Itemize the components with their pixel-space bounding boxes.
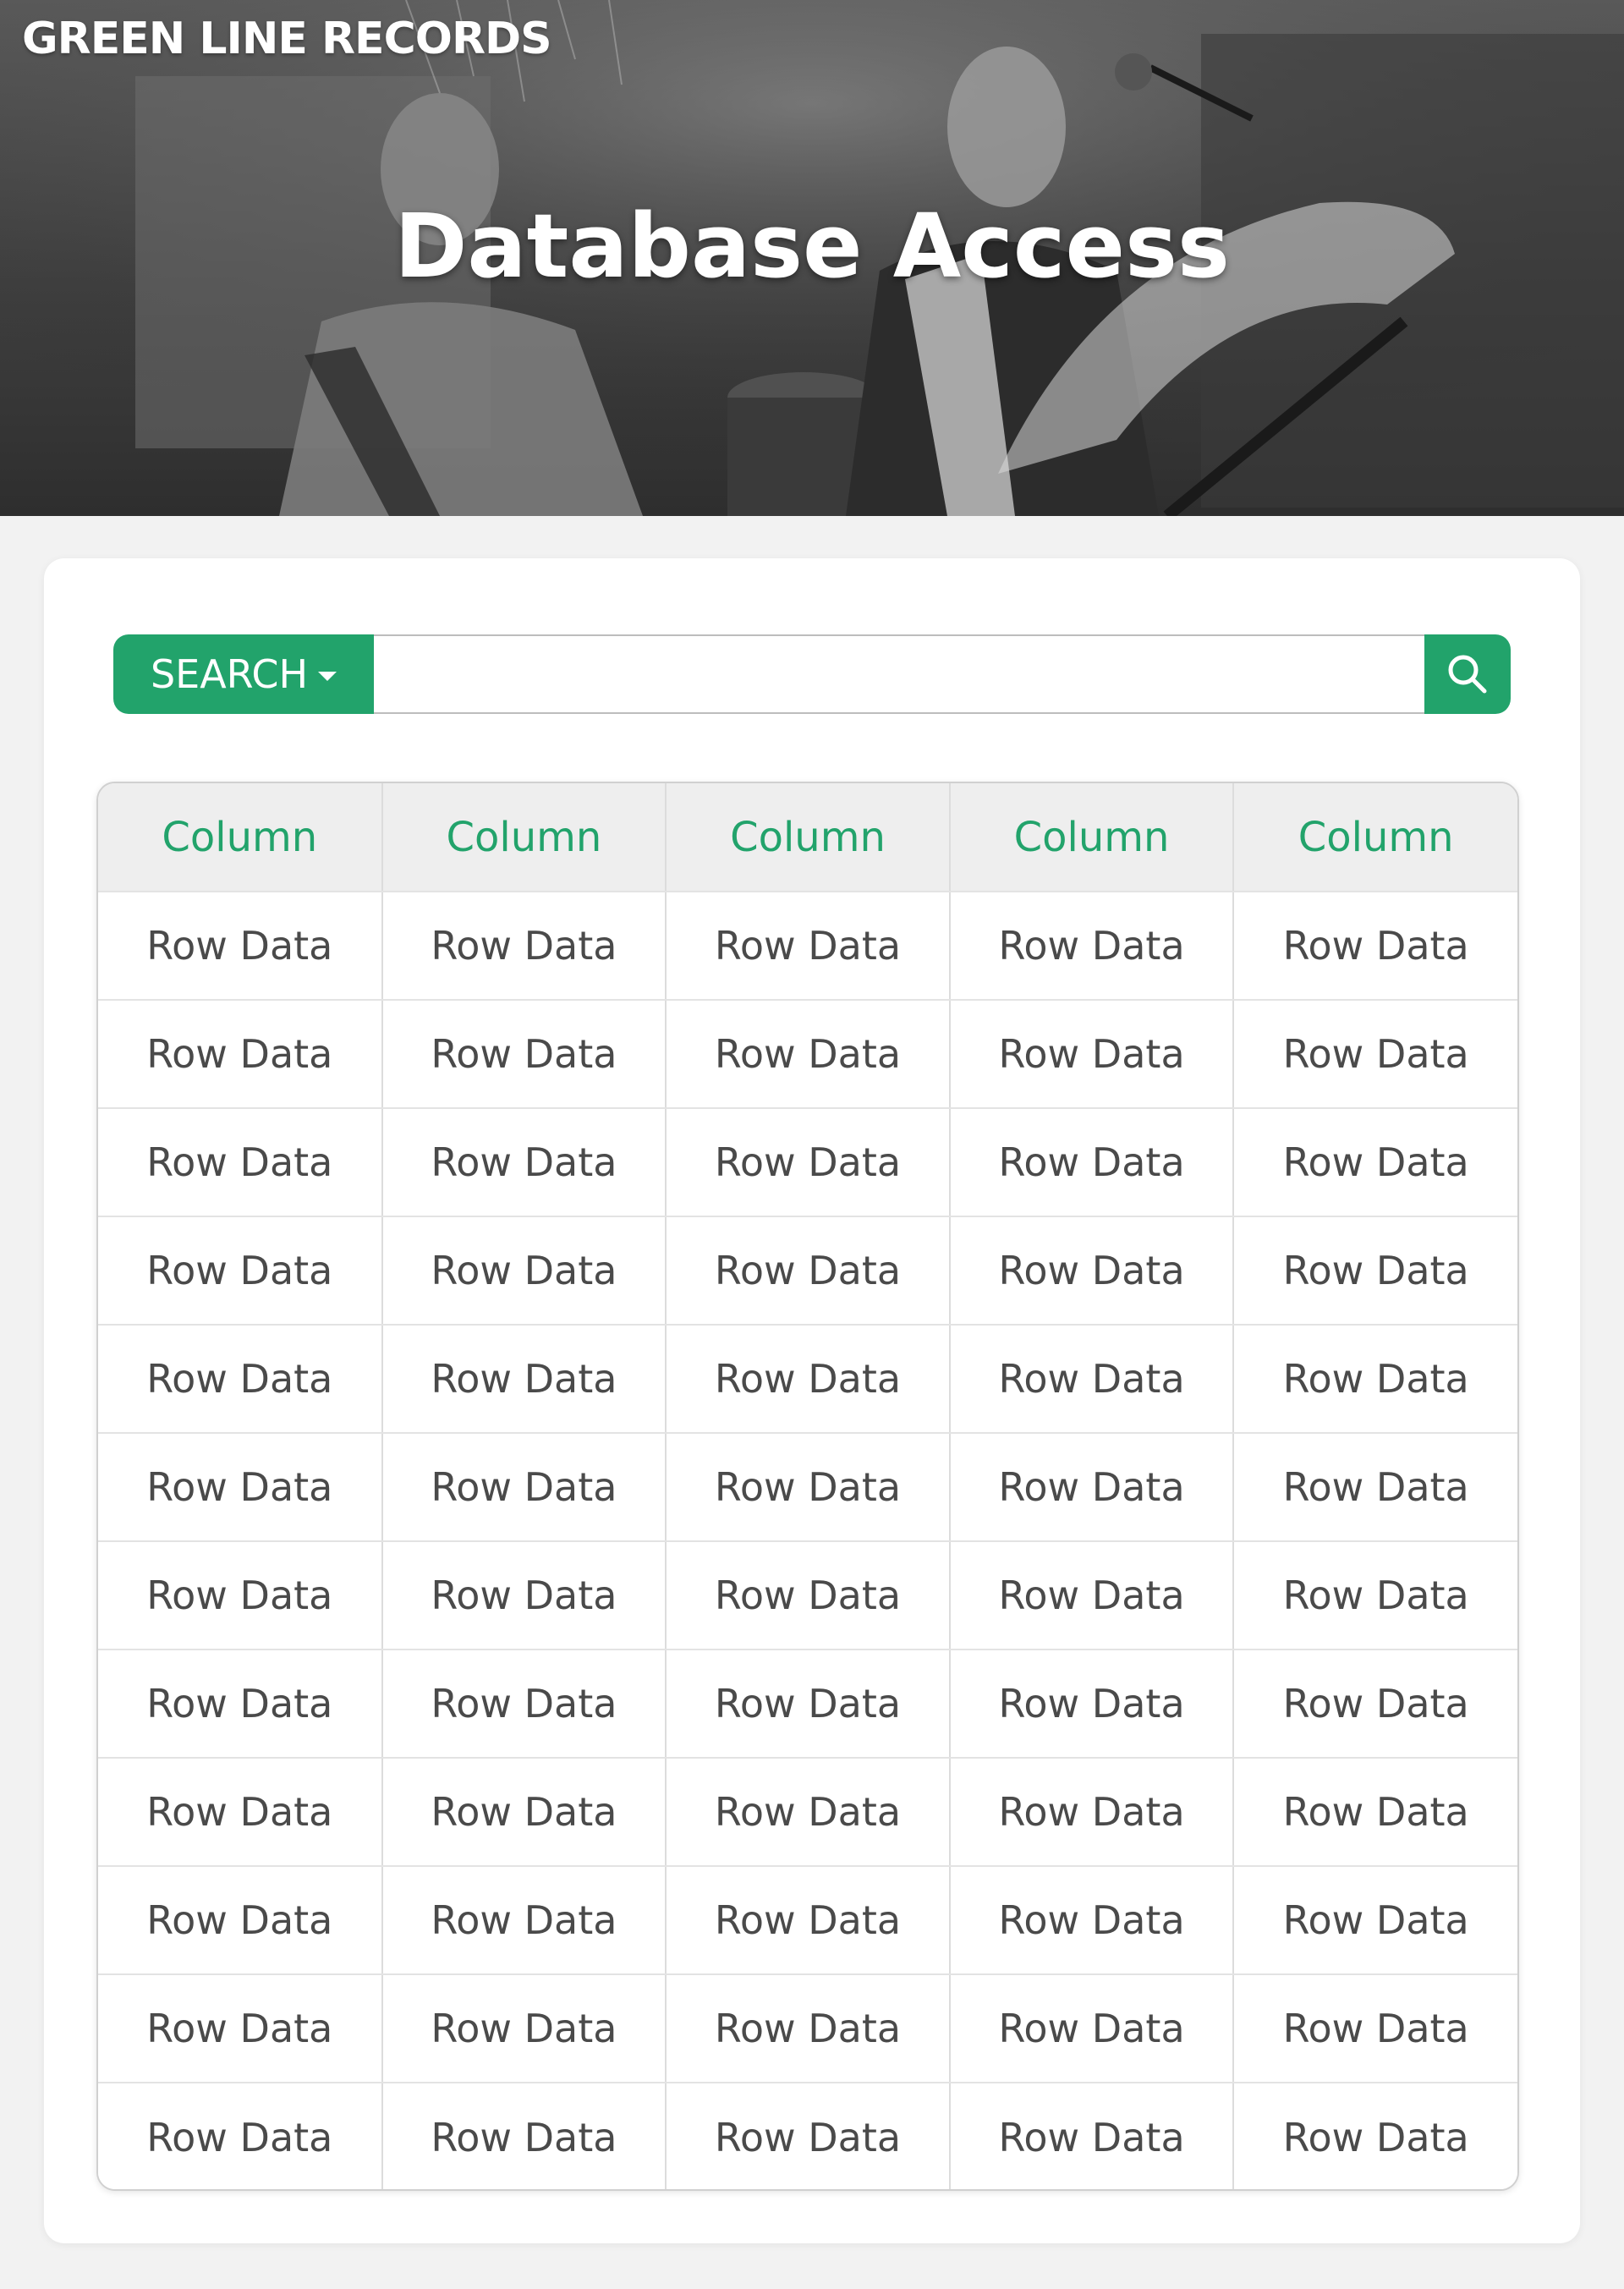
table-cell: Row Data: [381, 2083, 667, 2189]
column-header[interactable]: Column: [1233, 783, 1517, 892]
search-dropdown-label: SEARCH: [150, 651, 309, 697]
table-cell: Row Data: [949, 1433, 1235, 1542]
table-cell: Row Data: [949, 2083, 1235, 2189]
search-input[interactable]: [374, 634, 1424, 714]
table-cell: Row Data: [666, 1541, 951, 1650]
table-header-row: Column Column Column Column Column: [98, 783, 1517, 892]
table-cell: Row Data: [381, 1108, 667, 1217]
table-cell: Row Data: [381, 1000, 667, 1109]
table-cell: Row Data: [98, 1650, 383, 1759]
table-cell: Row Data: [666, 1325, 951, 1434]
search-type-dropdown[interactable]: SEARCH: [113, 634, 374, 714]
table-cell: Row Data: [949, 1650, 1235, 1759]
hero-banner: GREEN LINE RECORDS Database Access: [0, 0, 1624, 516]
table-cell: Row Data: [949, 1216, 1235, 1326]
table-row[interactable]: Row Data Row Data Row Data Row Data Row Data: [98, 1216, 1517, 1326]
table-cell: Row Data: [666, 1974, 951, 2083]
table-cell: Row Data: [98, 1758, 383, 1867]
data-table-container: Column Column Column Column Column Row Data R…: [96, 782, 1519, 2191]
table-cell: Row Data: [1233, 1758, 1517, 1867]
table-cell: Row Data: [949, 1866, 1235, 1975]
content-card: SEARCH Column Column Column Column Column Ro…: [44, 558, 1580, 2243]
table-cell: Row Data: [381, 1758, 667, 1867]
table-cell: Row Data: [949, 1108, 1235, 1217]
table-cell: Row Data: [949, 1541, 1235, 1650]
table-row[interactable]: Row Data Row Data Row Data Row Data Row Data: [98, 1541, 1517, 1650]
table-cell: Row Data: [666, 1650, 951, 1759]
table-cell: Row Data: [98, 1216, 383, 1326]
table-row[interactable]: Row Data Row Data Row Data Row Data Row Data: [98, 1433, 1517, 1542]
table-cell: Row Data: [381, 1216, 667, 1326]
table-cell: Row Data: [1233, 1108, 1517, 1217]
table-cell: Row Data: [666, 1108, 951, 1217]
table-cell: Row Data: [666, 1000, 951, 1109]
table-cell: Row Data: [381, 1541, 667, 1650]
table-row[interactable]: Row Data Row Data Row Data Row Data Row Data: [98, 1325, 1517, 1434]
table-cell: Row Data: [949, 1974, 1235, 2083]
table-row[interactable]: Row Data Row Data Row Data Row Data Row Data: [98, 1000, 1517, 1109]
table-cell: Row Data: [1233, 1325, 1517, 1434]
table-row[interactable]: Row Data Row Data Row Data Row Data Row Data: [98, 1974, 1517, 2083]
table-cell: Row Data: [98, 1325, 383, 1434]
table-cell: Row Data: [381, 892, 667, 1001]
table-cell: Row Data: [1233, 1000, 1517, 1109]
table-row[interactable]: Row Data Row Data Row Data Row Data Row Data: [98, 1758, 1517, 1867]
table-cell: Row Data: [98, 1541, 383, 1650]
table-cell: Row Data: [1233, 1650, 1517, 1759]
table-cell: Row Data: [1233, 2083, 1517, 2189]
table-cell: Row Data: [666, 1216, 951, 1326]
table-cell: Row Data: [949, 1325, 1235, 1434]
table-cell: Row Data: [666, 892, 951, 1001]
search-submit-button[interactable]: [1424, 634, 1511, 714]
column-header[interactable]: Column: [949, 783, 1235, 892]
table-cell: Row Data: [98, 1108, 383, 1217]
column-header[interactable]: Column: [666, 783, 951, 892]
table-cell: Row Data: [949, 1000, 1235, 1109]
table-cell: Row Data: [1233, 1216, 1517, 1326]
table-row[interactable]: Row Data Row Data Row Data Row Data Row Data: [98, 1866, 1517, 1975]
table-cell: Row Data: [98, 1974, 383, 2083]
table-cell: Row Data: [381, 1325, 667, 1434]
table-cell: Row Data: [1233, 1541, 1517, 1650]
column-header[interactable]: Column: [98, 783, 383, 892]
data-table: Column Column Column Column Column Row Data R…: [98, 783, 1517, 2189]
table-cell: Row Data: [381, 1974, 667, 2083]
table-cell: Row Data: [381, 1433, 667, 1542]
table-cell: Row Data: [98, 2083, 383, 2189]
table-row[interactable]: Row Data Row Data Row Data Row Data Row Data: [98, 892, 1517, 1001]
table-cell: Row Data: [666, 1433, 951, 1542]
search-icon: [1448, 655, 1487, 694]
table-row[interactable]: Row Data Row Data Row Data Row Data Row Data: [98, 1108, 1517, 1217]
caret-down-icon: [318, 671, 337, 681]
table-row[interactable]: Row Data Row Data Row Data Row Data Row Data: [98, 2083, 1517, 2189]
table-cell: Row Data: [98, 1000, 383, 1109]
table-cell: Row Data: [1233, 1866, 1517, 1975]
table-cell: Row Data: [1233, 1974, 1517, 2083]
table-row[interactable]: Row Data Row Data Row Data Row Data Row Data: [98, 1650, 1517, 1759]
brand-logo[interactable]: GREEN LINE RECORDS: [22, 14, 552, 64]
table-cell: Row Data: [949, 1758, 1235, 1867]
search-bar: SEARCH: [113, 634, 1511, 714]
table-cell: Row Data: [98, 892, 383, 1001]
table-cell: Row Data: [1233, 892, 1517, 1001]
table-cell: Row Data: [666, 1866, 951, 1975]
table-cell: Row Data: [666, 1758, 951, 1867]
column-header[interactable]: Column: [381, 783, 667, 892]
table-cell: Row Data: [98, 1433, 383, 1542]
table-cell: Row Data: [949, 892, 1235, 1001]
table-cell: Row Data: [1233, 1433, 1517, 1542]
table-cell: Row Data: [666, 2083, 951, 2189]
table-cell: Row Data: [381, 1650, 667, 1759]
table-cell: Row Data: [381, 1866, 667, 1975]
table-cell: Row Data: [98, 1866, 383, 1975]
page-title: Database Access: [394, 195, 1230, 298]
